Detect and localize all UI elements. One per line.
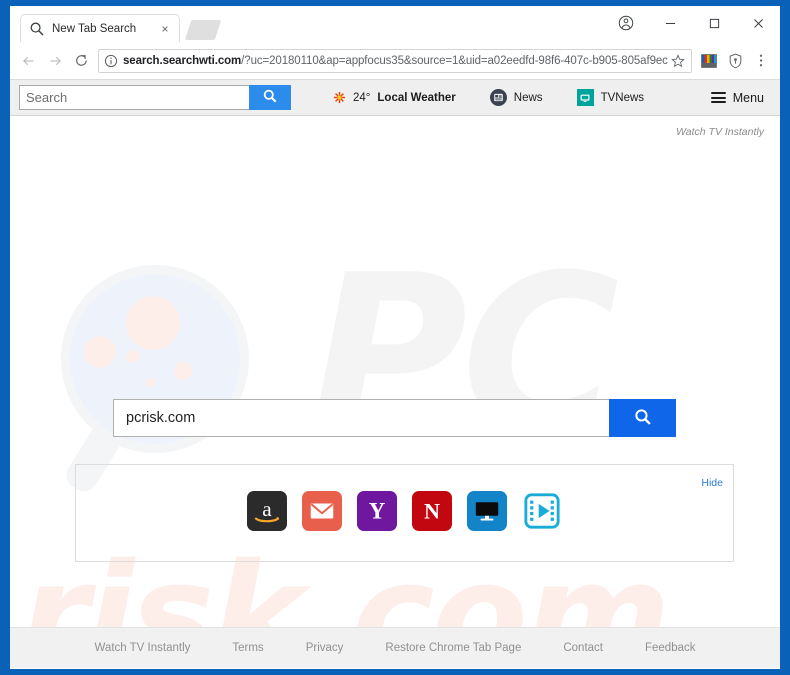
footer-link[interactable]: Privacy [306,642,344,654]
footer-link[interactable]: Contact [563,642,603,654]
chrome-menu-icon[interactable] [748,48,774,74]
newspaper-icon [489,89,507,106]
toolbar-search-button[interactable] [249,85,291,110]
new-tab-button[interactable] [184,20,222,40]
watermark-dot [126,350,139,363]
footer-link[interactable]: Watch TV Instantly [95,642,191,654]
shortcut-yahoo[interactable]: Y [357,491,397,531]
browser-window: New Tab Search × search.searchwti.com/?u… [0,0,790,675]
watermark-dot [84,336,116,368]
page-footer: Watch TV Instantly Terms Privacy Restore… [10,627,780,668]
toolbar-search-input[interactable] [19,85,249,110]
svg-text:N: N [424,499,440,524]
toolbar-menu-label: Menu [732,90,764,105]
weather-sun-icon [333,91,346,104]
shield-icon[interactable] [722,48,748,74]
footer-link[interactable]: Restore Chrome Tab Page [385,642,521,654]
magnifier-icon [633,407,653,430]
page-content: PC risk.com Watch TV Instantly pcrisk.co… [10,116,780,668]
close-button[interactable] [736,6,780,40]
hijacker-toolbar: 24° Local Weather [10,80,780,116]
shortcut-tv-monitor[interactable] [467,491,507,531]
toolbar-search-group [19,85,291,110]
magnifier-icon [262,88,278,107]
watermark-dot [146,378,155,387]
window-controls [604,6,780,40]
search-icon [29,21,45,37]
watermark-dot [126,296,180,350]
toolbar-item-label: News [513,91,543,104]
url-path: /?uc=20180110&ap=appfocus35&source=1&uid… [241,54,668,67]
footer-link[interactable]: Terms [232,642,263,654]
shortcut-panel: Hide a Y N [75,464,734,562]
back-arrow-icon[interactable] [16,48,42,74]
toolbar-item-news[interactable]: News [489,89,543,106]
reload-icon[interactable] [68,48,94,74]
tab-strip: New Tab Search × [10,6,780,42]
footer-link[interactable]: Feedback [645,642,696,654]
shortcut-gmail[interactable] [302,491,342,531]
address-bar[interactable]: search.searchwti.com/?uc=20180110&ap=app… [98,48,692,73]
chrome-window-frame: New Tab Search × search.searchwti.com/?u… [10,6,780,669]
toolbar-item-label: Local Weather [377,91,456,104]
tv-monitor-icon [576,89,594,106]
main-search-button[interactable] [609,399,676,437]
shortcut-amazon[interactable]: a [247,491,287,531]
toolbar-item-tvnews[interactable]: TVNews [576,89,645,106]
weather-temp: 24° [353,91,371,104]
bookmark-star-icon[interactable] [668,51,688,71]
watermark: PC risk.com [10,116,780,668]
toolbar-menu-button[interactable]: Menu [710,90,764,105]
maximize-button[interactable] [692,6,736,40]
extension-icon[interactable] [696,48,722,74]
svg-text:a: a [262,497,272,521]
hide-shortcuts-link[interactable]: Hide [701,477,723,489]
main-search-group [113,399,676,437]
url-domain: search.searchwti.com [123,54,242,67]
toolbar-item-local-weather[interactable]: 24° Local Weather [333,91,456,104]
main-search-input[interactable] [113,399,609,437]
watch-tv-instantly-label: Watch TV Instantly [676,126,764,138]
shortcut-row: a Y N [76,491,733,531]
forward-arrow-icon[interactable] [42,48,68,74]
info-circle-icon[interactable] [104,54,118,68]
close-icon[interactable]: × [157,21,173,37]
profile-icon[interactable] [604,6,648,40]
shortcut-video-film[interactable] [522,491,562,531]
toolbar-item-label: TVNews [600,91,645,104]
watermark-dot [174,362,192,380]
tab-title: New Tab Search [52,22,137,35]
address-bar-url: search.searchwti.com/?uc=20180110&ap=app… [123,55,668,67]
hamburger-icon [710,92,726,103]
minimize-button[interactable] [648,6,692,40]
toolbar-links: 24° Local Weather News TVNews [333,89,711,106]
svg-text:Y: Y [369,499,386,524]
shortcut-netflix[interactable]: N [412,491,452,531]
browser-tab[interactable]: New Tab Search × [20,14,180,42]
omnibox-row: search.searchwti.com/?uc=20180110&ap=app… [10,42,780,80]
